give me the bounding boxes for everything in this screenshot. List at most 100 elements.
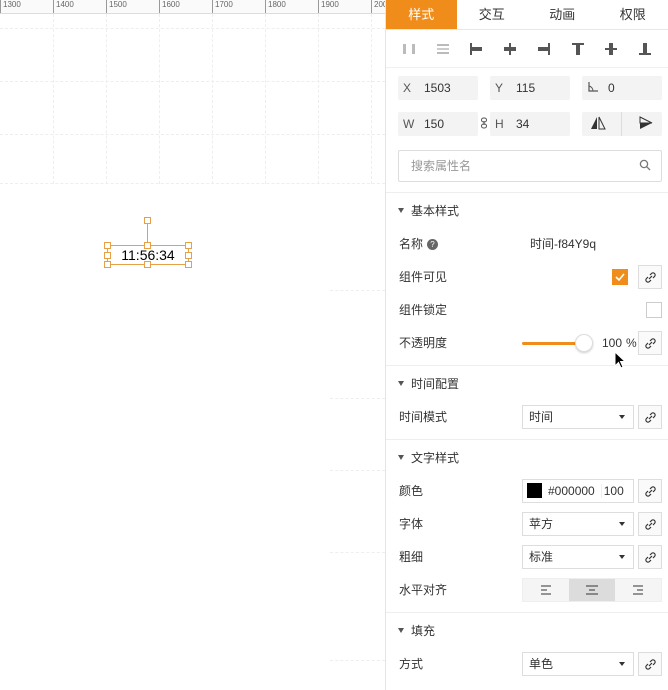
resize-handle-l[interactable] xyxy=(104,252,111,259)
align-text-left-icon[interactable] xyxy=(523,579,569,601)
properties-panel: 样式 交互 动画 权限 X 1503 Y 115 0 W 150 H 34 搜索… xyxy=(385,0,668,690)
visible-checkbox[interactable] xyxy=(612,269,628,285)
prop-visible: 组件可见 xyxy=(386,260,668,293)
x-label: X xyxy=(403,81,412,95)
prop-time-mode: 时间模式 时间 xyxy=(386,400,668,433)
component-name[interactable]: 时间-f84Y9q xyxy=(522,235,596,252)
section-basic: 基本样式 名称? 时间-f84Y9q 组件可见 组件锁定 不透明度 100 % xyxy=(386,192,668,365)
section-text-style: 文字样式 颜色 #000000 100 字体 苹方 粗细 标准 水平对齐 xyxy=(386,439,668,612)
color-opacity[interactable]: 100 xyxy=(600,483,624,498)
flip-horizontal-icon[interactable] xyxy=(590,116,606,133)
font-select[interactable]: 苹方 xyxy=(522,511,634,536)
bind-variable-button[interactable] xyxy=(638,405,662,429)
tab-style[interactable]: 样式 xyxy=(386,0,457,29)
time-mode-label: 时间模式 xyxy=(399,410,448,424)
ruler-label: 1900 xyxy=(318,0,339,13)
section-basic-header[interactable]: 基本样式 xyxy=(386,193,668,227)
section-text-header[interactable]: 文字样式 xyxy=(386,440,668,474)
h-label: H xyxy=(495,117,504,131)
color-picker[interactable]: #000000 100 xyxy=(522,478,634,503)
ruler-label: 1400 xyxy=(53,0,74,13)
resize-handle-b[interactable] xyxy=(144,261,151,268)
distribute-horizontal-icon[interactable] xyxy=(432,38,454,60)
rotate-handle[interactable] xyxy=(144,217,151,224)
section-title: 时间配置 xyxy=(411,376,460,391)
search-icon[interactable] xyxy=(639,159,651,174)
flip-vertical-icon[interactable] xyxy=(638,115,654,133)
property-search[interactable] xyxy=(398,150,662,182)
section-title: 基本样式 xyxy=(411,203,460,218)
dropdown-arrow-icon xyxy=(619,554,625,559)
opacity-value[interactable]: 100 xyxy=(602,336,622,350)
x-field[interactable]: X 1503 xyxy=(398,76,478,100)
font-value: 苹方 xyxy=(529,517,554,531)
align-middle-v-icon[interactable] xyxy=(600,38,622,60)
bind-variable-button[interactable] xyxy=(638,331,662,355)
time-mode-value: 时间 xyxy=(529,410,554,424)
fill-mode-select[interactable]: 单色 xyxy=(522,651,634,676)
bind-variable-button[interactable] xyxy=(638,545,662,569)
tab-permission[interactable]: 权限 xyxy=(598,0,668,29)
align-right-icon[interactable] xyxy=(533,38,555,60)
prop-weight: 粗细 标准 xyxy=(386,540,668,573)
lock-checkbox[interactable] xyxy=(646,302,662,318)
color-hex[interactable]: #000000 xyxy=(548,484,595,498)
align-text-center-icon[interactable] xyxy=(569,578,615,601)
h-align-segment xyxy=(522,577,662,602)
ruler-label: 1700 xyxy=(212,0,233,13)
h-field[interactable]: H 34 xyxy=(490,112,570,136)
tab-animation[interactable]: 动画 xyxy=(527,0,598,29)
align-left-icon[interactable] xyxy=(465,38,487,60)
color-swatch[interactable] xyxy=(527,483,542,498)
section-title: 文字样式 xyxy=(411,450,460,465)
section-fill-header[interactable]: 填充 xyxy=(386,613,668,647)
bind-variable-button[interactable] xyxy=(638,265,662,289)
w-field[interactable]: W 150 xyxy=(398,112,478,136)
w-label: W xyxy=(403,117,415,131)
caret-down-icon xyxy=(398,207,404,213)
fill-mode-label: 方式 xyxy=(399,657,424,671)
resize-handle-tr[interactable] xyxy=(185,242,192,249)
weight-select[interactable]: 标准 xyxy=(522,544,634,569)
align-top-icon[interactable] xyxy=(567,38,589,60)
opacity-slider[interactable] xyxy=(522,326,594,359)
time-mode-select[interactable]: 时间 xyxy=(522,404,634,429)
help-icon[interactable]: ? xyxy=(427,239,439,251)
opacity-unit: % xyxy=(626,336,637,350)
font-label: 字体 xyxy=(399,517,424,531)
prop-font: 字体 苹方 xyxy=(386,507,668,540)
align-text-right-icon[interactable] xyxy=(615,579,661,601)
resize-handle-t[interactable] xyxy=(144,242,151,249)
section-title: 填充 xyxy=(411,623,436,638)
bind-variable-button[interactable] xyxy=(638,652,662,676)
tab-interaction[interactable]: 交互 xyxy=(457,0,528,29)
search-input[interactable] xyxy=(411,159,611,173)
prop-name: 名称? 时间-f84Y9q xyxy=(386,227,668,260)
align-bottom-icon[interactable] xyxy=(634,38,656,60)
resize-handle-bl[interactable] xyxy=(104,261,111,268)
resize-handle-tl[interactable] xyxy=(104,242,111,249)
design-canvas[interactable]: 1300 1400 1500 1600 1700 1800 1900 200 1… xyxy=(0,0,385,690)
x-value: 1503 xyxy=(424,81,451,95)
weight-value: 标准 xyxy=(529,550,554,564)
dropdown-arrow-icon xyxy=(619,521,625,526)
visible-label: 组件可见 xyxy=(399,270,448,284)
resize-handle-br[interactable] xyxy=(185,261,192,268)
lock-ratio-icon[interactable] xyxy=(478,117,490,131)
bind-variable-button[interactable] xyxy=(638,479,662,503)
section-time-header[interactable]: 时间配置 xyxy=(386,366,668,400)
y-value: 115 xyxy=(516,81,536,95)
position-row: X 1503 Y 115 0 xyxy=(386,70,668,106)
weight-label: 粗细 xyxy=(399,550,424,564)
distribute-vertical-icon[interactable] xyxy=(398,38,420,60)
color-label: 颜色 xyxy=(399,484,424,498)
resize-handle-r[interactable] xyxy=(185,252,192,259)
y-field[interactable]: Y 115 xyxy=(490,76,570,100)
rotation-field[interactable]: 0 xyxy=(582,76,662,100)
bind-variable-button[interactable] xyxy=(638,512,662,536)
h-value: 34 xyxy=(516,117,530,131)
align-center-h-icon[interactable] xyxy=(499,38,521,60)
opacity-slider-thumb[interactable] xyxy=(575,334,593,352)
link-icon xyxy=(644,411,656,423)
lock-label: 组件锁定 xyxy=(399,303,448,317)
